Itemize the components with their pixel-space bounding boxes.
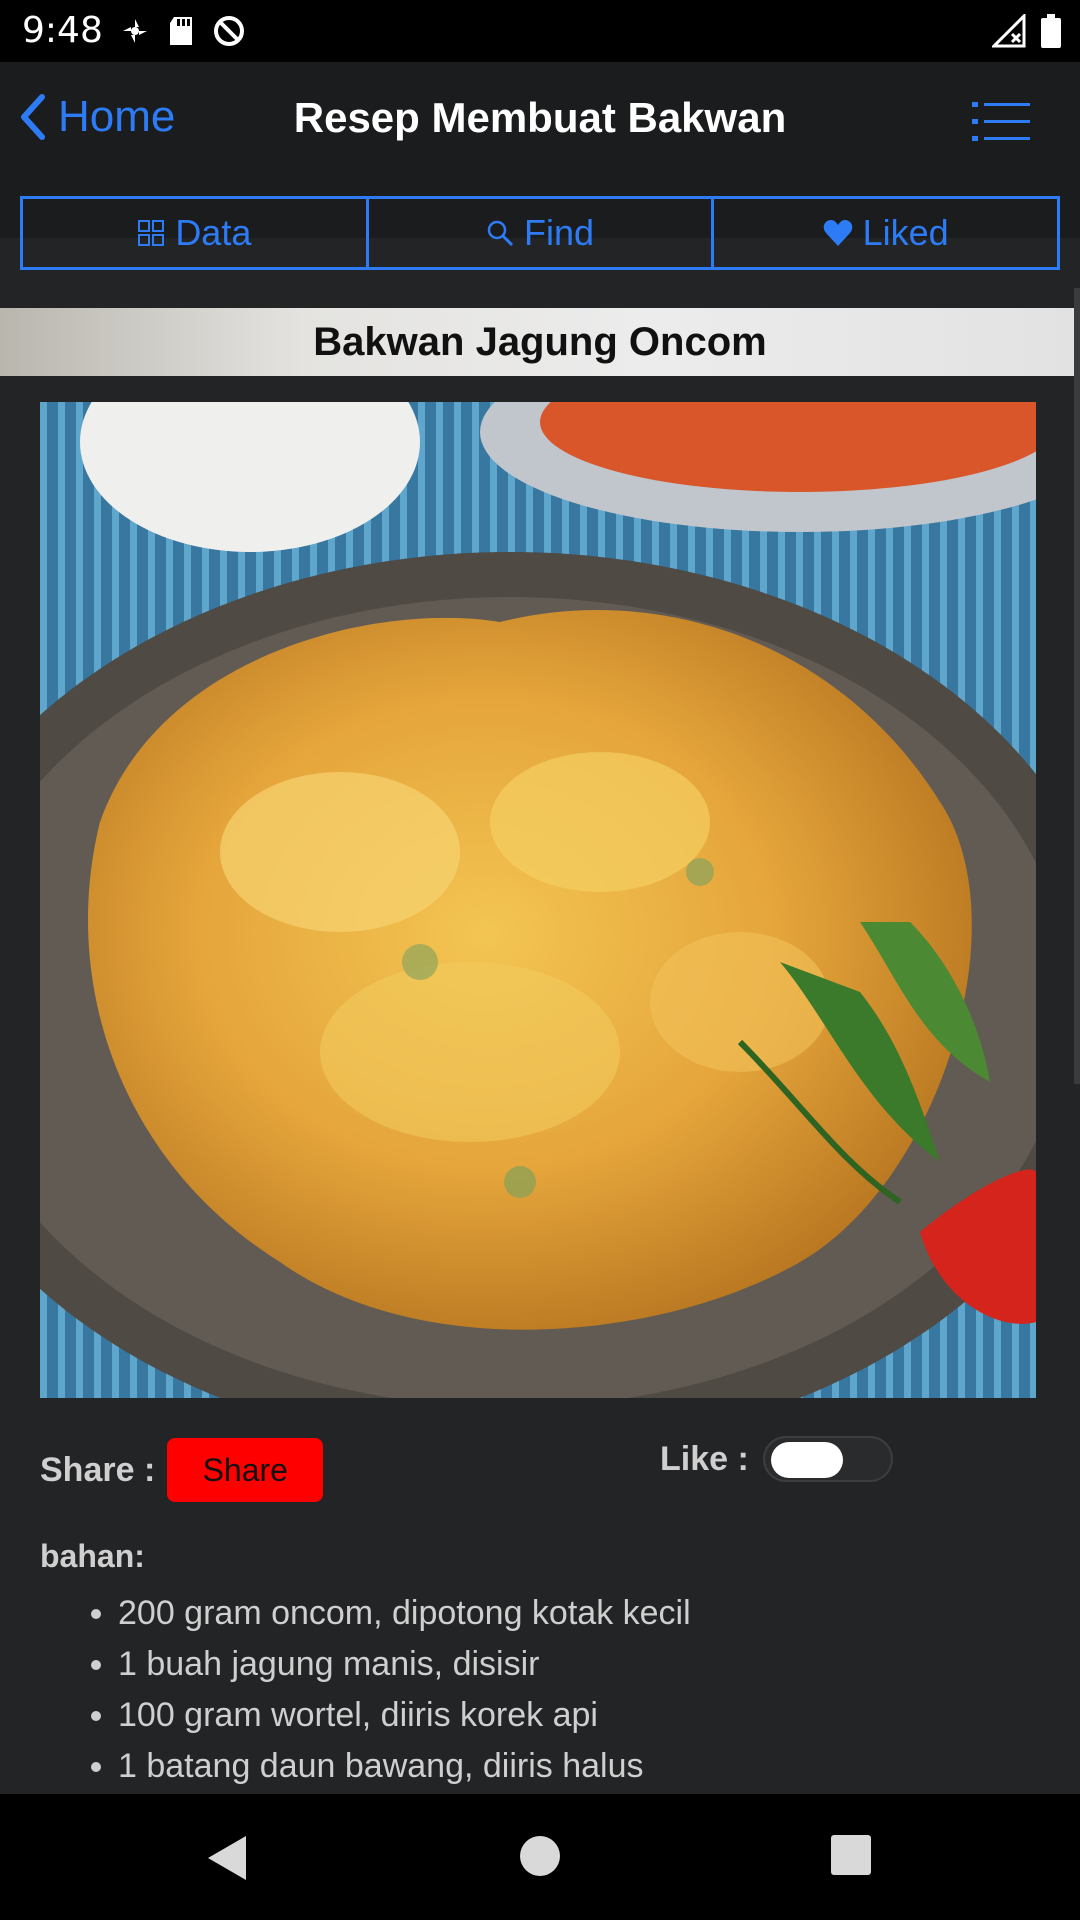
home-button[interactable] <box>518 1834 562 1883</box>
tab-liked[interactable]: Liked <box>714 199 1057 267</box>
like-toggle[interactable] <box>762 1436 893 1482</box>
status-icons-right <box>992 14 1062 48</box>
recipe-title: Bakwan Jagung Oncom <box>0 308 1080 376</box>
heart-icon <box>823 220 852 246</box>
like-row: Like : <box>660 1436 893 1482</box>
menu-button[interactable] <box>972 100 1032 144</box>
signal-icon <box>992 14 1026 48</box>
share-label: Share : <box>40 1450 156 1489</box>
ingredients-title: bahan: <box>40 1538 145 1574</box>
food-illustration <box>40 402 1036 1398</box>
recipe-content[interactable]: Bakwan Jagung Oncom Share: Share Like:… <box>0 288 1080 1794</box>
list-item: 1 buah jagung manis, disisir <box>118 1639 691 1690</box>
recents-icon <box>831 1835 871 1875</box>
status-icons-left <box>120 14 246 48</box>
status-bar: 9:48 <box>0 0 1080 62</box>
page-title: Resep Membuat Bakwan <box>293 94 787 141</box>
search-icon <box>487 220 514 247</box>
fan-icon <box>123 19 147 43</box>
list-icon <box>972 102 1030 141</box>
recents-button[interactable] <box>830 1834 872 1881</box>
home-icon <box>520 1836 560 1876</box>
food-photo <box>40 402 1036 1398</box>
sd-card-icon <box>170 17 192 45</box>
scrollbar[interactable] <box>1074 288 1080 1084</box>
list-item: 100 gram wortel, diiris korek api <box>118 1690 691 1741</box>
tab-find[interactable]: Find <box>369 199 715 267</box>
back-button[interactable] <box>206 1834 248 1887</box>
tab-data[interactable]: Data <box>23 199 369 267</box>
back-icon <box>208 1836 246 1880</box>
ingredients-list: 200 gram oncom, dipotong kotak kecil 1 b… <box>118 1588 691 1792</box>
list-item: 200 gram oncom, dipotong kotak kecil <box>118 1588 691 1639</box>
toggle-knob <box>770 1442 843 1478</box>
share-button[interactable]: Share <box>167 1438 324 1502</box>
system-navigation-bar <box>0 1794 1080 1920</box>
share-row: Share : Share <box>40 1438 324 1502</box>
tab-bar: Data Find Liked <box>20 196 1060 270</box>
tab-liked-label: Liked <box>862 212 949 253</box>
list-item: 1 batang daun bawang, diiris halus <box>118 1741 691 1792</box>
sync-icon <box>214 16 244 46</box>
like-label: Like : <box>660 1439 749 1478</box>
status-time: 9:48 <box>22 10 103 51</box>
tab-find-label: Find <box>523 212 595 253</box>
battery-icon <box>1041 14 1061 48</box>
tab-data-label: Data <box>175 212 252 253</box>
grid-icon <box>138 220 165 246</box>
